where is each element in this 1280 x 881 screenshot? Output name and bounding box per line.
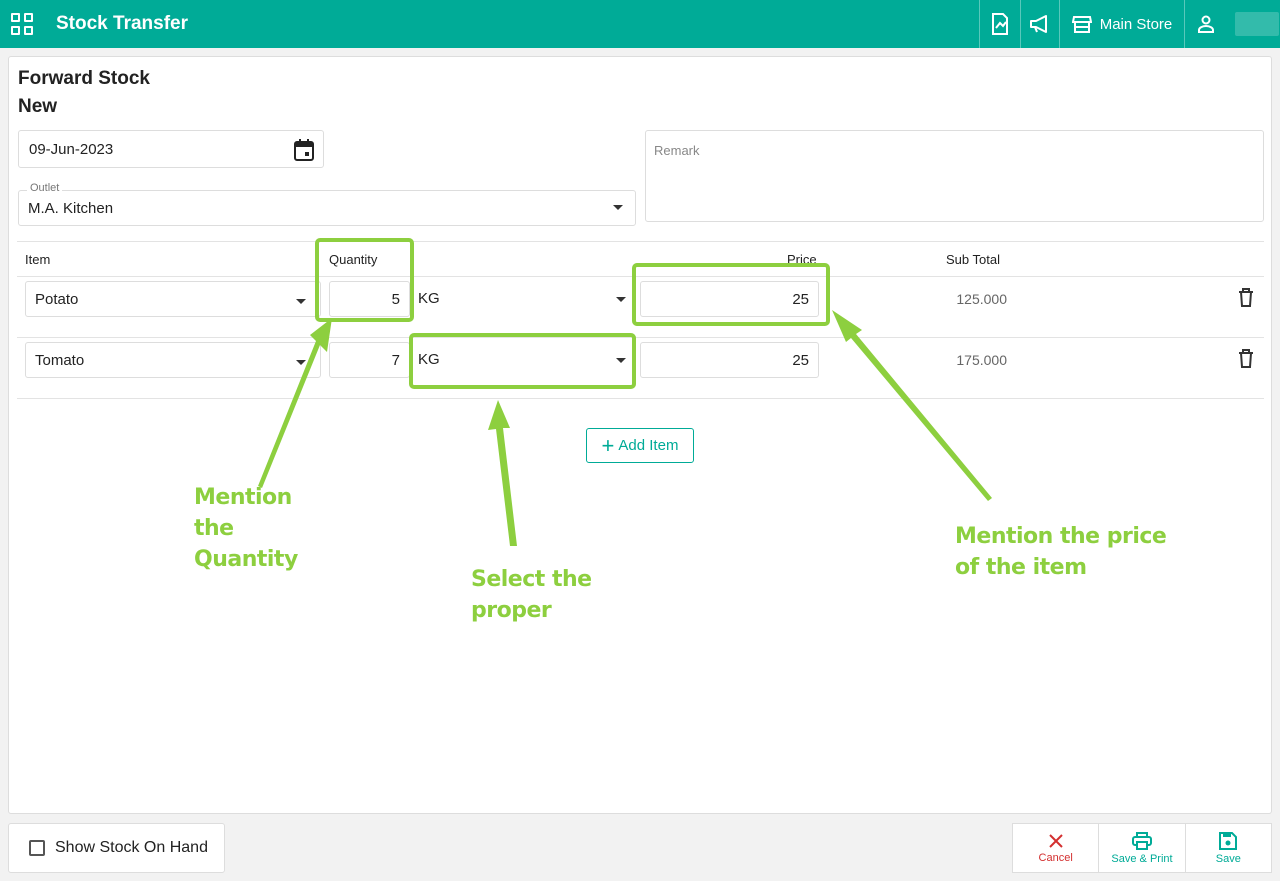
subtotal-value: 175.000 — [956, 352, 1007, 368]
printer-icon — [1131, 831, 1152, 850]
price-annotation: Mention the price of the item — [955, 521, 1167, 583]
annotation-line: proper — [471, 598, 552, 623]
delete-row-icon[interactable] — [1238, 349, 1254, 368]
save-label: Save — [1215, 852, 1241, 865]
price-input[interactable]: 25 — [640, 281, 819, 317]
chevron-down-icon — [616, 297, 626, 302]
table-top-divider — [17, 241, 1264, 242]
annotation-line: Quantity — [194, 547, 298, 572]
user-icon — [1198, 15, 1214, 33]
col-header-subtotal: Sub Total — [946, 252, 1000, 267]
grid-menu-icon[interactable] — [11, 13, 33, 35]
chevron-down-icon — [296, 299, 306, 304]
annotation-line: Select the — [471, 567, 592, 592]
item-select[interactable]: Tomato — [25, 342, 321, 378]
add-item-button[interactable]: + Add Item — [586, 428, 694, 463]
add-item-label: Add Item — [618, 437, 679, 454]
unit-value: KG — [418, 351, 440, 368]
close-icon — [1048, 833, 1063, 848]
checkbox[interactable] — [29, 840, 45, 856]
store-switcher[interactable]: Main Store — [1059, 0, 1184, 48]
top-bar: Stock Transfer Main Store — [0, 0, 1280, 48]
megaphone-icon — [1030, 15, 1047, 33]
show-stock-label: Show Stock On Hand — [55, 839, 208, 856]
unit-annotation: Select the proper — [471, 564, 592, 626]
unit-select[interactable]: KG — [418, 342, 635, 378]
chevron-down-icon — [616, 358, 626, 363]
cancel-button[interactable]: Cancel — [1013, 824, 1100, 872]
quantity-input[interactable]: 7 — [329, 342, 410, 378]
floppy-icon — [1219, 831, 1238, 850]
chevron-down-icon — [613, 205, 623, 210]
item-select[interactable]: Potato — [25, 281, 321, 317]
annotation-line: Mention — [194, 485, 292, 510]
page-title: Forward Stock — [18, 68, 150, 89]
outlet-select[interactable]: Outlet M.A. Kitchen — [18, 182, 636, 226]
date-value: 09-Jun-2023 — [29, 141, 114, 158]
outlet-label: Outlet — [27, 182, 63, 194]
row-divider — [17, 398, 1264, 399]
price-input[interactable]: 25 — [640, 342, 819, 378]
store-name: Main Store — [1099, 15, 1173, 33]
item-name: Potato — [35, 291, 79, 308]
outlet-value: M.A. Kitchen — [28, 200, 114, 217]
report-button[interactable] — [979, 0, 1020, 48]
chevron-down-icon — [296, 360, 306, 365]
annotation-line: Mention the price — [955, 524, 1167, 549]
unit-value: KG — [418, 290, 440, 307]
quantity-annotation: Mention the Quantity — [194, 482, 298, 575]
annotation-line: the — [194, 516, 234, 541]
save-print-button[interactable]: Save & Print — [1099, 824, 1186, 872]
announcement-button[interactable] — [1020, 0, 1059, 48]
col-header-quantity: Quantity — [329, 252, 378, 267]
cancel-label: Cancel — [1038, 851, 1073, 864]
calendar-icon[interactable] — [294, 139, 314, 161]
subtotal-value: 125.000 — [956, 291, 1007, 307]
date-field[interactable]: 09-Jun-2023 — [18, 130, 324, 168]
user-menu[interactable] — [1184, 0, 1280, 48]
report-icon — [992, 13, 1008, 35]
action-bar: Cancel Save & Print Save — [1012, 823, 1272, 873]
col-header-price: Price — [787, 252, 817, 267]
plus-icon: + — [601, 432, 615, 458]
table-row: Potato 5 KG 25 125.000 — [9, 276, 1271, 336]
remark-field[interactable]: Remark — [645, 130, 1264, 222]
annotation-line: of the item — [955, 555, 1087, 580]
col-header-item: Item — [25, 252, 51, 267]
item-name: Tomato — [35, 352, 85, 369]
quantity-input[interactable]: 5 — [329, 281, 410, 317]
table-row: Tomato 7 KG 25 175.000 — [9, 337, 1271, 397]
show-stock-toggle[interactable]: Show Stock On Hand — [8, 823, 225, 873]
form-panel: Forward Stock New 09-Jun-2023 Outlet M.A… — [8, 56, 1272, 814]
delete-row-icon[interactable] — [1238, 288, 1254, 307]
app-title: Stock Transfer — [56, 13, 188, 34]
store-icon — [1071, 16, 1092, 33]
remark-placeholder: Remark — [654, 143, 700, 158]
save-print-label: Save & Print — [1111, 852, 1173, 865]
record-status: New — [18, 96, 58, 117]
save-button[interactable]: Save — [1186, 824, 1271, 872]
unit-select[interactable]: KG — [418, 281, 635, 317]
user-name-redacted — [1235, 12, 1279, 36]
